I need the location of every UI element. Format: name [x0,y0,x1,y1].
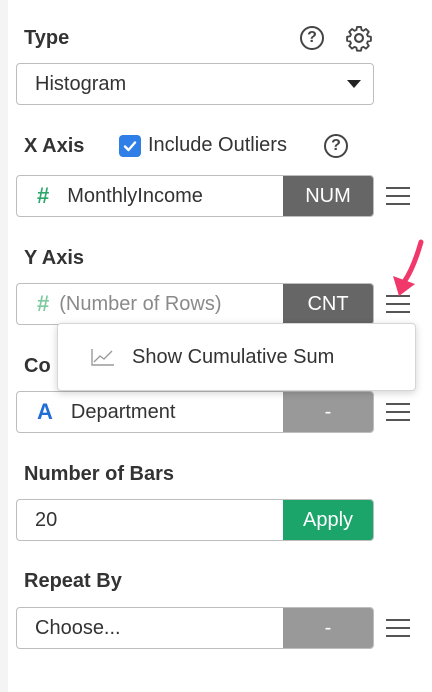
y-axis-column-value: (Number of Rows) [59,292,222,315]
x-axis-label: X Axis [24,135,85,157]
color-column-field[interactable]: A Department - [16,391,374,433]
x-axis-type-tag[interactable]: NUM [283,176,373,216]
repeat-by-menu-icon[interactable] [386,618,410,638]
y-axis-type-tag[interactable]: CNT [283,284,373,324]
string-type-icon: A [37,399,53,424]
number-of-bars-value: 20 [35,508,58,531]
highlight-arrow-icon [393,239,424,296]
repeat-by-select[interactable]: Choose... - [16,607,374,649]
color-menu-icon[interactable] [386,402,410,422]
y-axis-label: Y Axis [24,247,85,269]
x-axis-menu-icon[interactable] [386,186,410,206]
repeat-by-label: Repeat By [24,570,122,592]
color-column-value: Department [70,400,176,423]
line-chart-icon [91,349,114,366]
include-outliers-checkbox[interactable] [119,135,141,157]
color-type-tag[interactable]: - [283,392,373,432]
color-label: Co [24,355,51,377]
gear-icon[interactable] [345,24,373,52]
number-type-icon: # [37,291,50,316]
help-icon[interactable]: ? [324,134,348,158]
type-label: Type [24,27,70,49]
x-axis-column-value: MonthlyIncome [67,184,203,207]
number-of-bars-input[interactable]: 20 Apply [16,499,374,541]
chart-type-select[interactable]: Histogram [16,63,374,105]
help-icon[interactable]: ? [300,26,324,50]
repeat-by-type-tag[interactable]: - [283,608,373,648]
repeat-by-value: Choose... [35,616,121,639]
number-type-icon: # [37,183,50,208]
include-outliers-label[interactable]: Include Outliers [148,134,287,157]
panel-left-edge [0,0,8,692]
number-of-bars-label: Number of Bars [24,463,175,485]
apply-button[interactable]: Apply [283,500,373,540]
caret-down-icon [347,80,361,88]
checkmark-icon [123,141,137,152]
show-cumulative-sum-item[interactable]: Show Cumulative Sum [132,346,334,369]
x-axis-column-field[interactable]: # MonthlyIncome NUM [16,175,374,217]
chart-type-value: Histogram [35,72,127,95]
y-axis-menu-popup: Show Cumulative Sum [57,323,416,391]
y-axis-column-field[interactable]: # (Number of Rows) CNT [16,283,374,325]
